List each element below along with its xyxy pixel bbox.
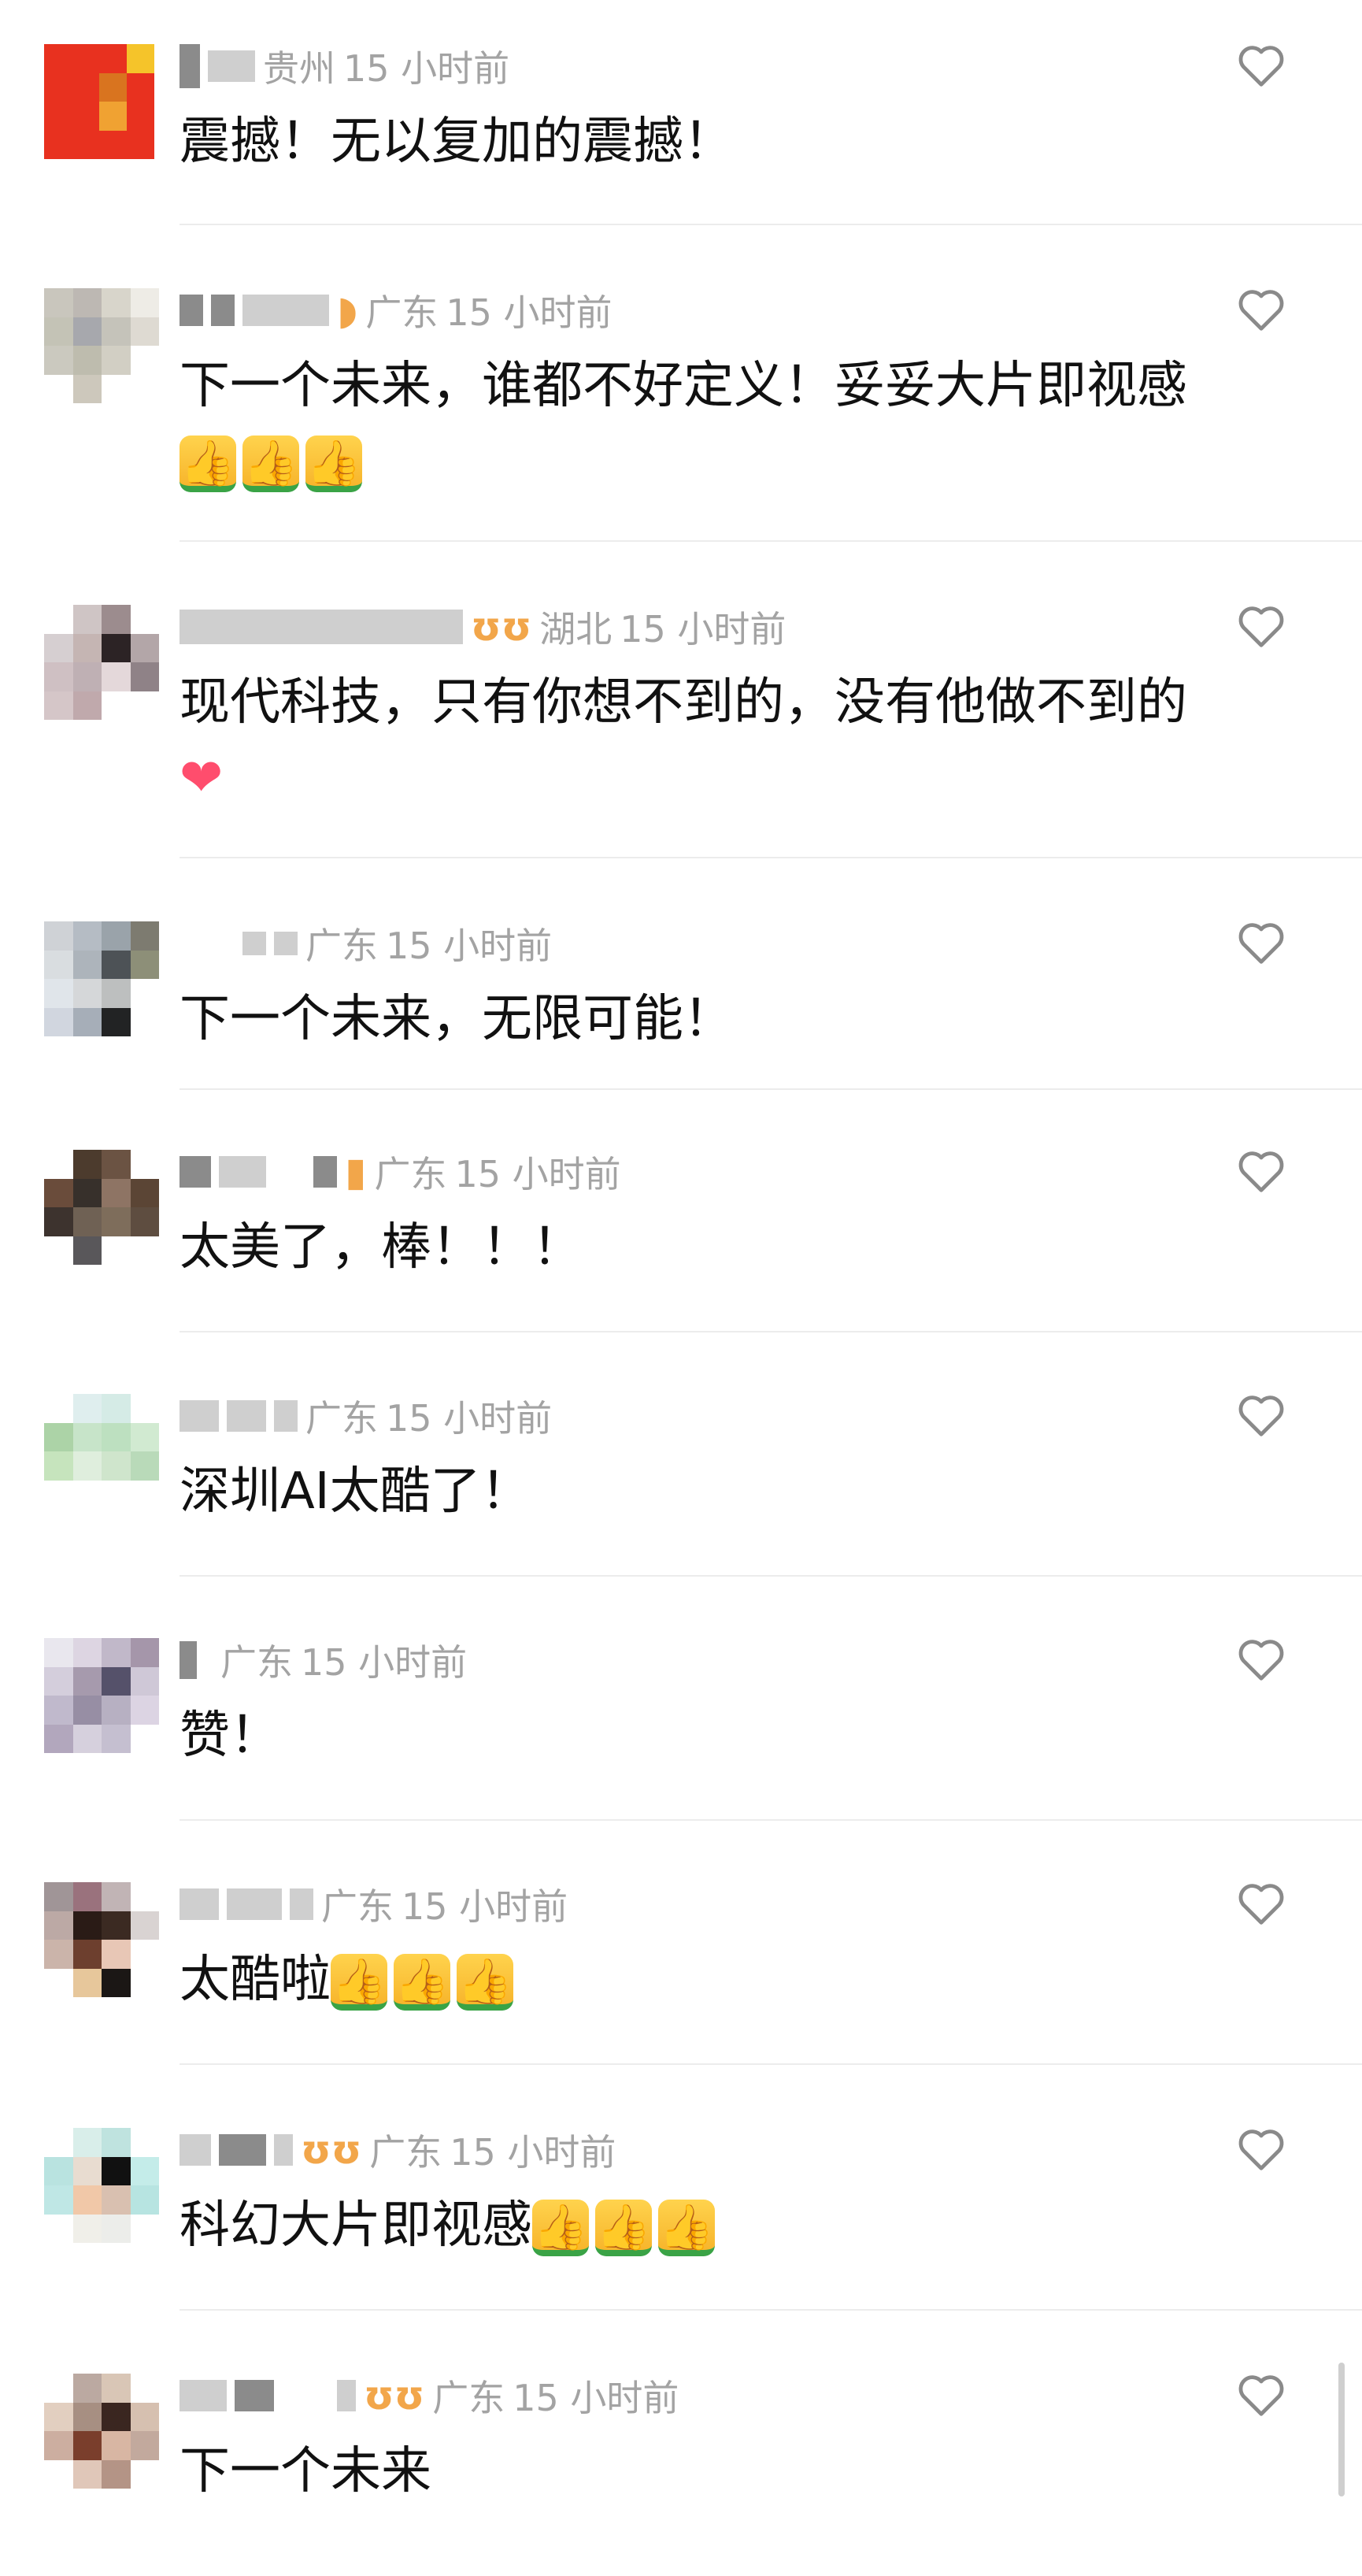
divider (180, 857, 1362, 858)
location-label: 广东 (374, 1153, 447, 1195)
thumbs-up-emoji-group: 👍 👍 👍 (180, 436, 362, 493)
heart-outline-icon[interactable] (1236, 285, 1286, 332)
divider (180, 2063, 1362, 2065)
timestamp: 15 小时前 (301, 1641, 468, 1684)
comment-meta: 广东 15 小时前 (180, 1881, 568, 1928)
avatar[interactable] (44, 921, 159, 1036)
thumbs-up-icon: 👍 (658, 2200, 715, 2257)
heart-outline-icon[interactable] (1236, 41, 1286, 88)
comment-text: 太美了，棒！！！ (180, 1218, 583, 1277)
avatar[interactable] (44, 1638, 159, 1753)
thumbs-up-icon: 👍 (394, 1954, 450, 2011)
timestamp: 15 小时前 (343, 47, 510, 90)
divider (180, 1331, 1362, 1332)
comment-text: 深圳AI太酷了！ (180, 1462, 531, 1521)
divider (180, 224, 1362, 225)
heart-outline-icon[interactable] (1236, 1391, 1286, 1438)
avatar[interactable] (44, 2128, 159, 2243)
avatar[interactable] (44, 1882, 159, 1997)
avatar[interactable] (44, 605, 159, 720)
avatar[interactable] (44, 1150, 159, 1265)
avatar[interactable] (44, 1394, 159, 1509)
comment-meta: 贵州 15 小时前 (180, 43, 509, 90)
comment-text: 太酷啦 👍 👍 👍 (180, 1942, 1250, 2018)
comment-meta: ▮ 广东 15 小时前 (180, 1148, 621, 1195)
comment-meta: ʊʊ 广东 15 小时前 (180, 2126, 616, 2174)
comment-meta: 广东 15 小时前 (180, 1636, 467, 1684)
heart-outline-icon[interactable] (1236, 602, 1286, 649)
divider (180, 1575, 1362, 1577)
comment-text: 科幻大片即视感 👍 👍 👍 (180, 2188, 1250, 2263)
thumbs-up-icon: 👍 (457, 1954, 513, 2011)
thumbs-up-icon: 👍 (532, 2200, 589, 2257)
thumbs-up-icon: 👍 (180, 436, 236, 493)
location-label: 贵州 (263, 47, 335, 90)
timestamp: 15 小时前 (513, 2377, 679, 2419)
heart-outline-icon[interactable] (1236, 2125, 1286, 2172)
divider (180, 2309, 1362, 2311)
location-label: 广东 (305, 1397, 378, 1440)
location-label: 广东 (432, 2377, 505, 2419)
location-label: 广东 (369, 2131, 442, 2174)
comment-meta: 广东 15 小时前 (180, 1392, 552, 1440)
location-label: 广东 (321, 1885, 394, 1928)
divider (180, 540, 1362, 542)
location-label: 湖北 (539, 608, 613, 650)
heart-outline-icon[interactable] (1236, 1147, 1286, 1194)
timestamp: 15 小时前 (402, 1885, 568, 1928)
timestamp: 15 小时前 (386, 1397, 553, 1440)
comment-text: 下一个未来，无限可能！ (180, 990, 734, 1048)
timestamp: 15 小时前 (386, 925, 553, 967)
comment-text: 下一个未来 (180, 2442, 431, 2500)
location-label: 广东 (305, 925, 378, 967)
comment-meta: 广东 15 小时前 (180, 920, 552, 967)
divider (180, 1819, 1362, 1821)
timestamp: 15 小时前 (620, 608, 786, 650)
scrollbar[interactable] (1338, 2363, 1345, 2496)
location-label: 广东 (220, 1641, 293, 1684)
comment-text: 现代科技，只有你想不到的，没有他做不到的 ❤ (180, 665, 1250, 817)
comment-text: 震撼！无以复加的震撼！ (180, 113, 734, 171)
comment-text: 赞！ (180, 1707, 280, 1765)
location-label: 广东 (365, 291, 439, 334)
heart-outline-icon[interactable] (1236, 1879, 1286, 1926)
heart-outline-icon[interactable] (1236, 2370, 1286, 2418)
thumbs-up-icon: 👍 (595, 2200, 652, 2257)
thumbs-up-icon: 👍 (305, 436, 362, 493)
comment-meta: ʊʊ 广东 15 小时前 (180, 2372, 679, 2419)
comment-meta: ◗ 广东 15 小时前 (180, 287, 613, 334)
heart-outline-icon[interactable] (1236, 918, 1286, 966)
comment-text: 下一个未来，谁都不好定义！妥妥大片即视感 👍 👍 👍 (180, 348, 1250, 499)
timestamp: 15 小时前 (450, 2131, 616, 2174)
heart-outline-icon[interactable] (1236, 1635, 1286, 1682)
thumbs-up-emoji-group: 👍 👍 👍 (532, 2200, 715, 2257)
avatar[interactable] (44, 288, 159, 403)
comment-meta: ʊʊ 湖北 15 小时前 (180, 603, 786, 650)
red-heart-icon: ❤ (180, 747, 224, 808)
thumbs-up-emoji-group: 👍 👍 👍 (331, 1954, 513, 2011)
thumbs-up-icon: 👍 (331, 1954, 387, 2011)
timestamp: 15 小时前 (446, 291, 613, 334)
avatar[interactable] (44, 44, 154, 159)
divider (180, 1088, 1362, 1090)
avatar[interactable] (44, 2374, 159, 2489)
timestamp: 15 小时前 (454, 1153, 621, 1195)
thumbs-up-icon: 👍 (242, 436, 299, 493)
